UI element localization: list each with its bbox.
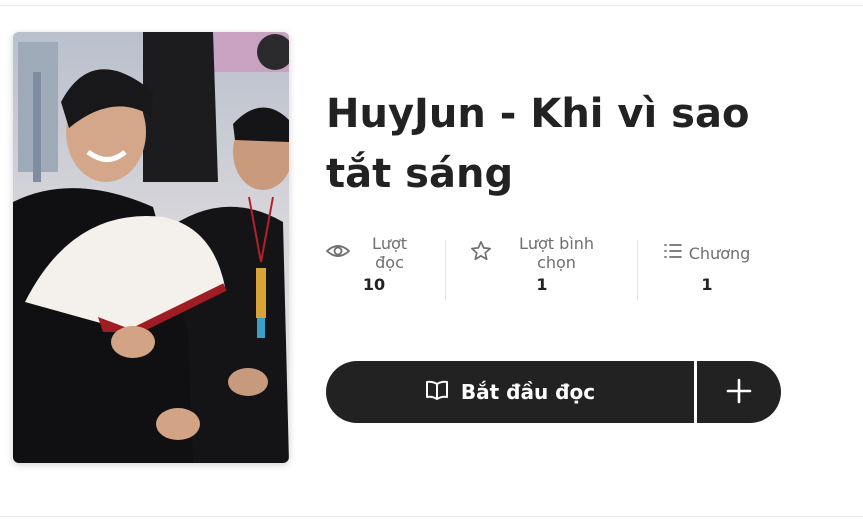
eye-icon (325, 241, 351, 265)
stat-votes-label: Lượt bình chọn (518, 234, 595, 272)
header-divider (0, 5, 863, 6)
stat-parts-label: Chương (688, 243, 751, 263)
book-open-icon (425, 380, 449, 405)
story-cover-image[interactable] (13, 32, 289, 463)
stat-reads: Lượt đọc 10 (325, 234, 422, 294)
stat-divider (637, 240, 638, 300)
section-divider (0, 516, 863, 517)
stat-reads-label: Lượt đọc (371, 234, 408, 272)
star-icon (470, 240, 492, 266)
story-title: HuyJun - Khi vì sao tắt sáng (326, 91, 750, 197)
stat-votes: Lượt bình chọn 1 (470, 234, 614, 294)
plus-icon (726, 378, 752, 407)
stat-parts: Chương 1 (663, 241, 751, 294)
stat-divider (445, 240, 446, 300)
start-reading-label: Bắt đầu đọc (460, 380, 596, 404)
stat-votes-value: 1 (536, 275, 548, 294)
add-to-library-button[interactable] (697, 361, 781, 423)
start-reading-button[interactable]: Bắt đầu đọc (326, 361, 694, 423)
stat-parts-value: 1 (701, 275, 713, 294)
stat-reads-value: 10 (362, 275, 386, 294)
list-icon (663, 243, 682, 263)
